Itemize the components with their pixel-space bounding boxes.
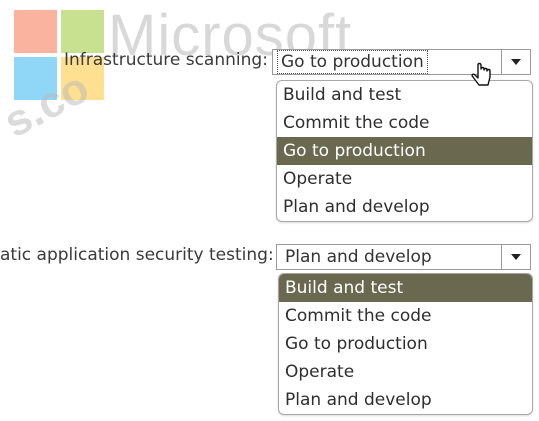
dropdown-arrow-button[interactable] <box>501 49 531 75</box>
dropdown-option[interactable]: Plan and develop <box>279 386 532 414</box>
chevron-down-icon <box>511 59 521 65</box>
dropdown-arrow-button[interactable] <box>501 244 531 270</box>
dropdown-selected-value: Plan and develop <box>285 247 432 267</box>
infrastructure-scanning-options: Build and test Commit the code Go to produ… <box>276 80 533 222</box>
static-app-security-testing-dropdown[interactable]: Plan and develop <box>276 244 531 270</box>
static-app-security-testing-options: Build and test Commit the code Go to produ… <box>278 273 533 415</box>
dropdown-option[interactable]: Plan and develop <box>277 193 532 221</box>
hand-cursor-icon <box>471 62 491 86</box>
dropdown-selected-value: Go to production <box>277 50 428 74</box>
chevron-down-icon <box>511 254 521 260</box>
static-app-security-testing-label: atic application security testing: <box>0 245 274 265</box>
dropdown-option[interactable]: Commit the code <box>279 302 532 330</box>
dropdown-option[interactable]: Commit the code <box>277 109 532 137</box>
dropdown-option[interactable]: Operate <box>277 165 532 193</box>
infrastructure-scanning-label: Infrastructure scanning: <box>64 50 268 70</box>
dropdown-option[interactable]: Go to production <box>277 137 532 165</box>
dropdown-option[interactable]: Build and test <box>279 274 532 302</box>
dropdown-option[interactable]: Go to production <box>279 330 532 358</box>
dropdown-option[interactable]: Operate <box>279 358 532 386</box>
